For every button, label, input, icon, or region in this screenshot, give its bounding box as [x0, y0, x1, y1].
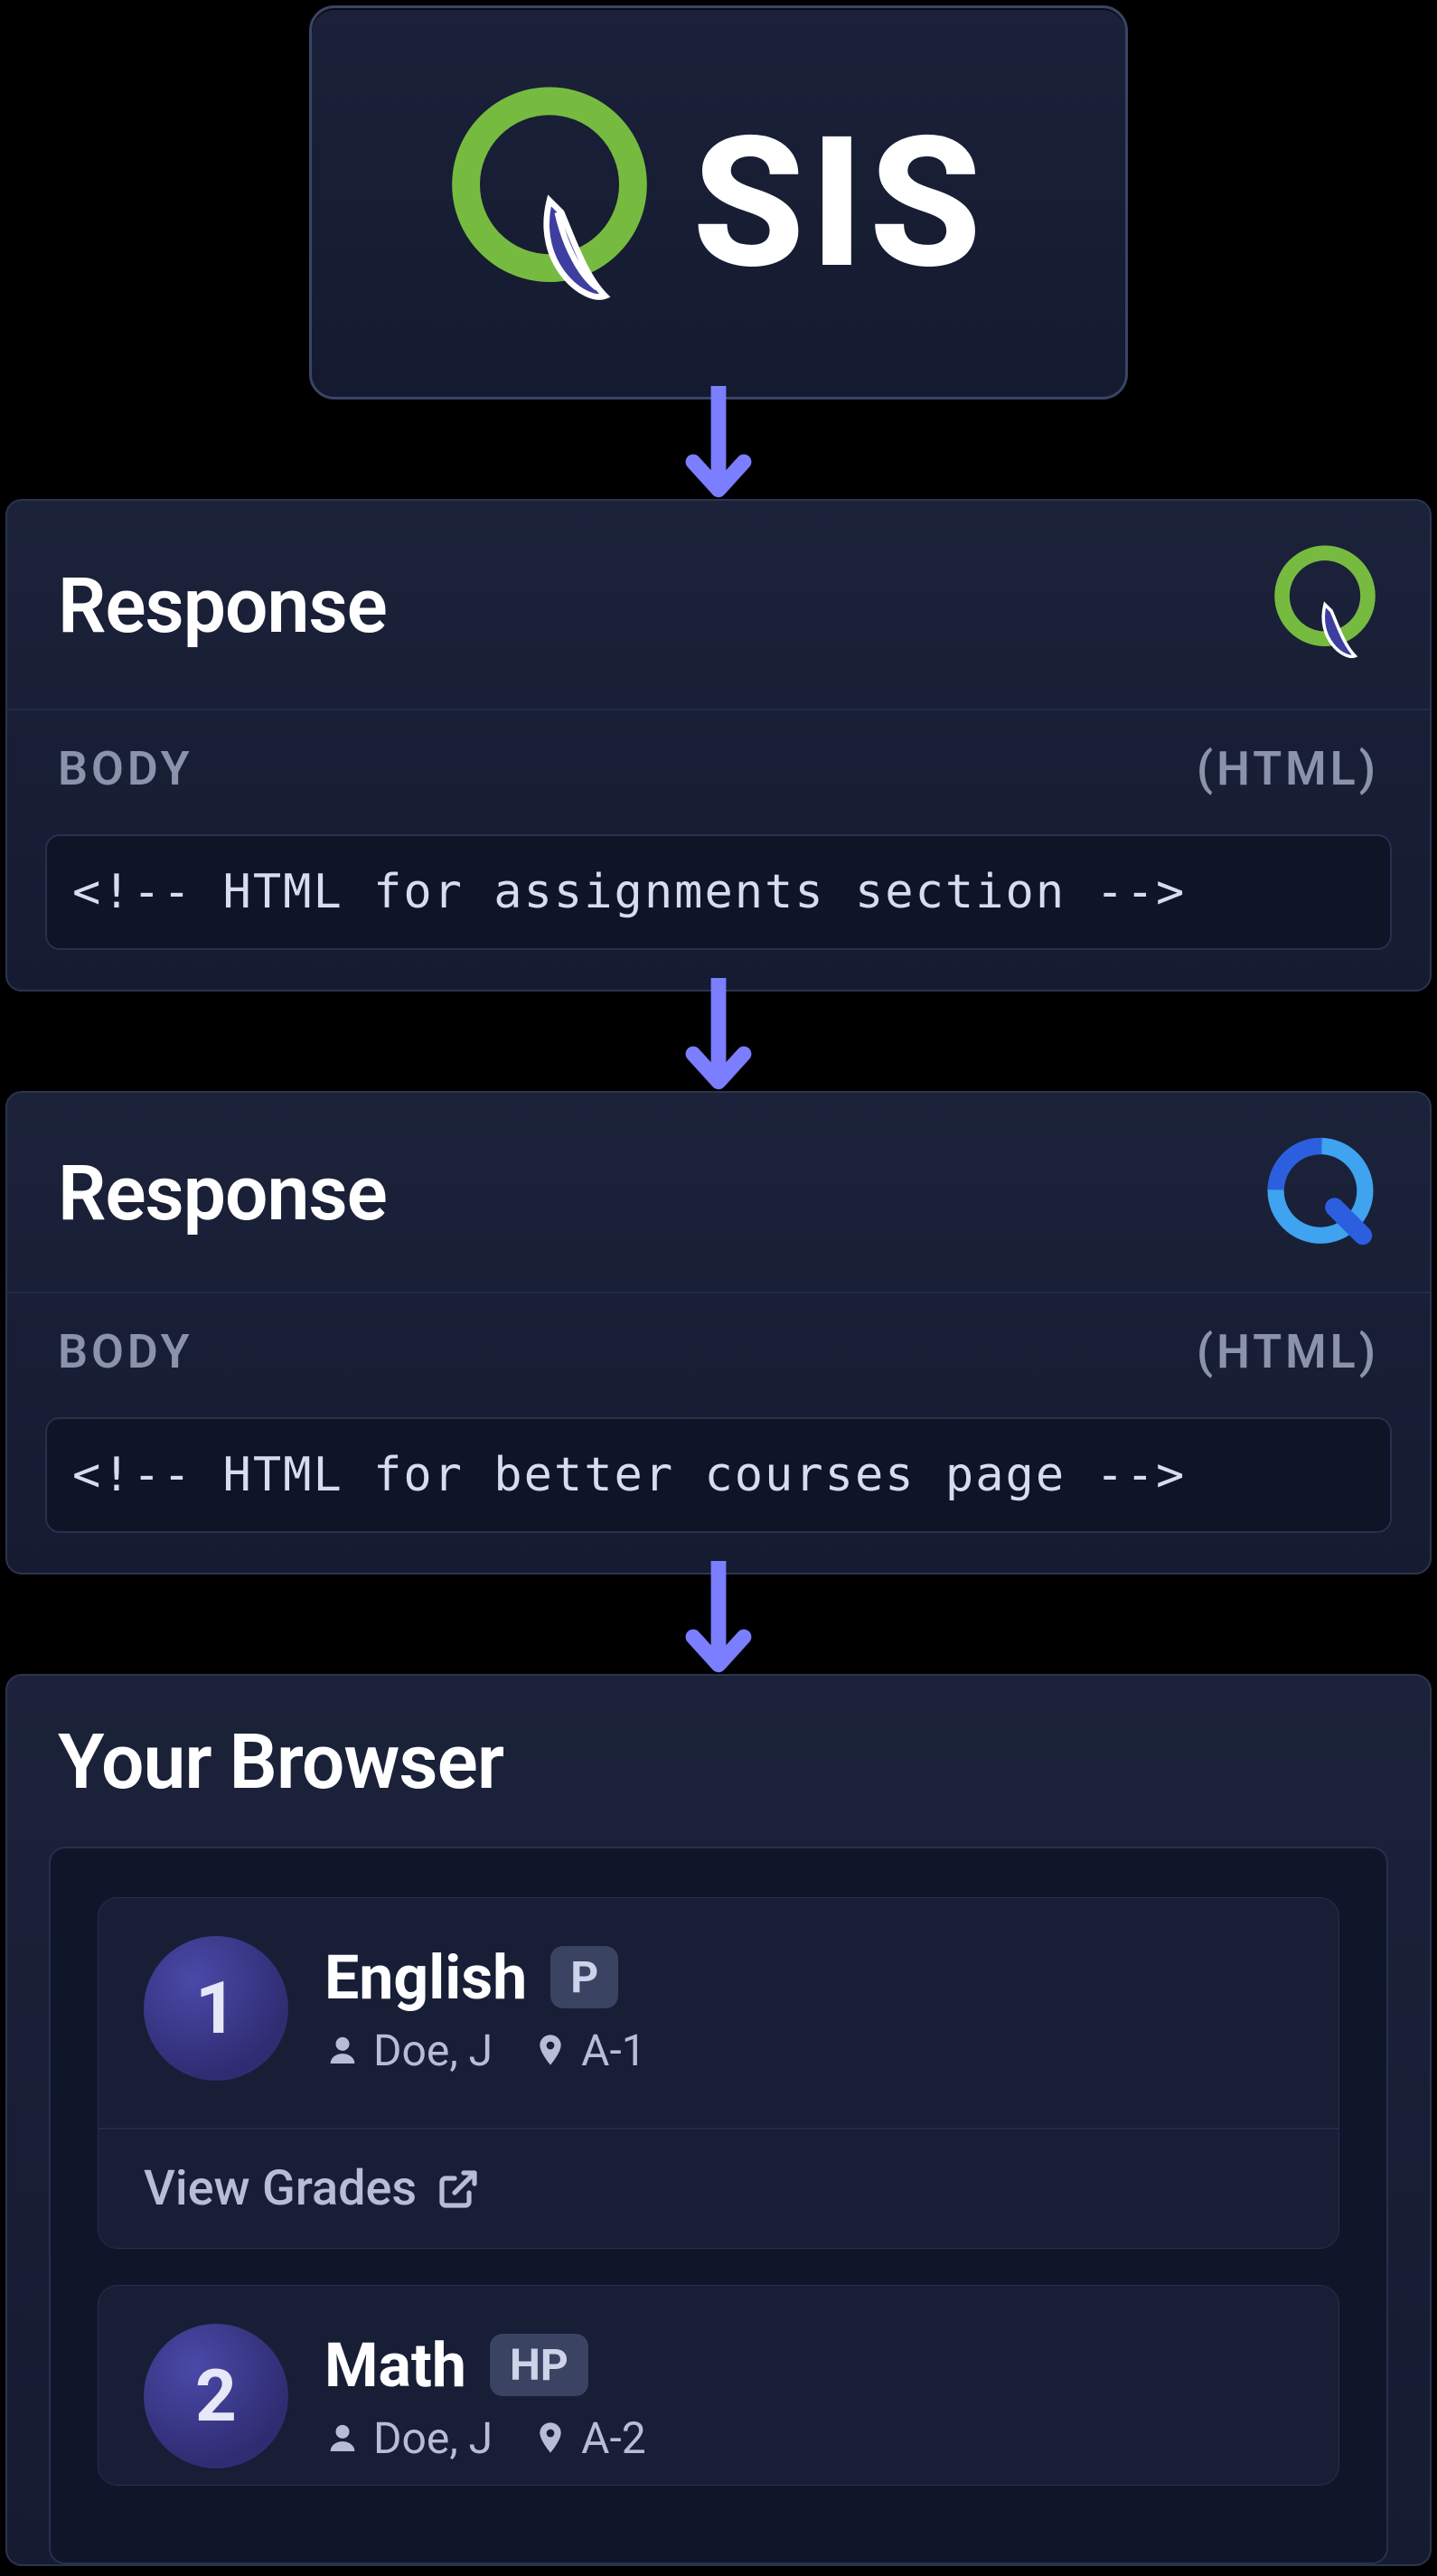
course-name: Math	[324, 2329, 466, 2402]
course-tag: HP	[490, 2334, 588, 2396]
person-icon	[324, 2420, 361, 2456]
code-snippet: <!-- HTML for assignments section -->	[45, 834, 1392, 950]
browser-viewport: 1 English P	[49, 1847, 1388, 2564]
course-tag: P	[550, 1946, 618, 2008]
view-grades-link[interactable]: View Grades	[99, 2129, 1338, 2248]
period-badge: 2	[144, 2324, 288, 2468]
type-label: (HTML)	[1197, 741, 1379, 796]
panel-title: Your Browser	[58, 1717, 503, 1807]
external-link-icon	[437, 2167, 480, 2211]
response-panel: Response BODY (HTML) <!-- HTML for assig…	[5, 499, 1432, 992]
code-snippet: <!-- HTML for better courses page -->	[45, 1417, 1392, 1533]
room-number: A-1	[581, 2025, 646, 2076]
q-leaf-logo-icon	[450, 85, 649, 320]
body-label: BODY	[58, 741, 193, 796]
panel-title: Response	[58, 561, 387, 651]
course-card[interactable]: 1 English P	[98, 1897, 1339, 2249]
period-number: 1	[195, 1966, 237, 2051]
course-name: English	[324, 1941, 527, 2014]
period-badge: 1	[144, 1936, 288, 2081]
teacher-name: Doe, J	[373, 2025, 493, 2076]
type-label: (HTML)	[1197, 1324, 1379, 1379]
body-label: BODY	[58, 1324, 193, 1379]
location-pin-icon	[532, 2032, 568, 2068]
browser-panel: Your Browser 1 English P	[5, 1674, 1432, 2566]
course-card[interactable]: 2 Math HP	[98, 2285, 1339, 2486]
teacher-name: Doe, J	[373, 2412, 493, 2464]
q-blue-logo-icon	[1262, 1134, 1379, 1252]
arrow-down-icon	[678, 1565, 759, 1683]
sis-card: SIS	[309, 5, 1128, 400]
arrow-down-icon	[678, 390, 759, 508]
panel-title: Response	[58, 1149, 387, 1238]
sis-label: SIS	[692, 97, 987, 309]
location-pin-icon	[532, 2420, 568, 2456]
person-icon	[324, 2032, 361, 2068]
view-grades-label: View Grades	[144, 2160, 417, 2217]
q-leaf-logo-icon	[1271, 542, 1379, 669]
period-number: 2	[195, 2354, 237, 2439]
room-number: A-2	[581, 2412, 646, 2464]
arrow-down-icon	[678, 982, 759, 1100]
response-panel: Response BODY (HTML) <!-- HTML for bette…	[5, 1091, 1432, 1575]
